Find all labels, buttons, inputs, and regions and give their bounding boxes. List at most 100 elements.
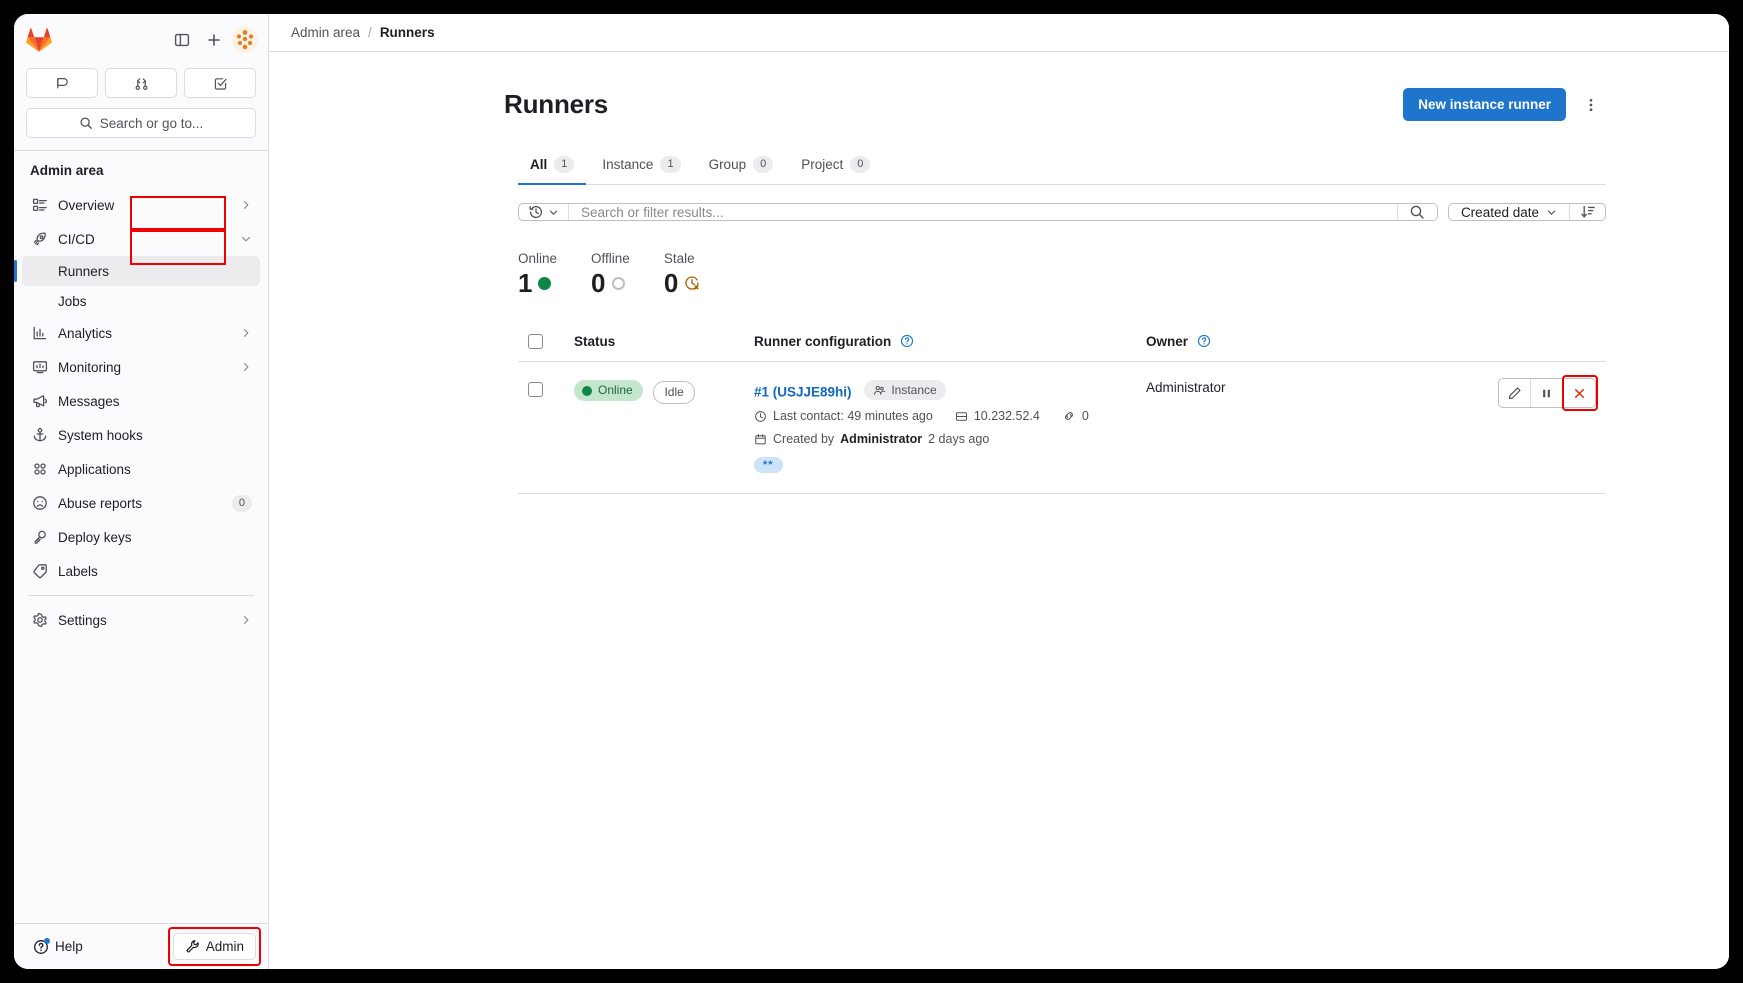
search-submit-button[interactable]	[1396, 204, 1437, 220]
link-icon	[1062, 409, 1076, 423]
table-row: Online Idle #1 (USJJE89hi) Instance Last…	[518, 362, 1606, 494]
sidebar-footer: Help Admin	[14, 923, 268, 969]
row-owner-cell: Administrator	[1146, 380, 1226, 395]
runner-status-summary: Online 1 Offline 0 Stale 0	[518, 251, 1606, 298]
sidebar-item-cicd[interactable]: CI/CD	[22, 222, 260, 256]
sidebar-item-analytics[interactable]: Analytics	[22, 316, 260, 350]
runner-tag-badge[interactable]: **	[754, 457, 783, 473]
sidebar-item-applications[interactable]: Applications	[22, 452, 260, 486]
row-checkbox[interactable]	[528, 382, 543, 397]
help-icon	[33, 937, 50, 955]
help-button[interactable]: Help	[26, 934, 90, 960]
todos-icon[interactable]	[184, 68, 256, 98]
sort-direction-button[interactable]	[1569, 204, 1605, 220]
edit-runner-button[interactable]	[1499, 379, 1531, 407]
search-or-filter-input[interactable]	[569, 204, 1397, 220]
recent-searches-button[interactable]	[519, 204, 569, 220]
sidebar-quick-actions	[14, 58, 268, 98]
sidebar-item-label: Overview	[58, 197, 115, 213]
issues-icon[interactable]	[26, 68, 98, 98]
breadcrumb-root[interactable]: Admin area	[291, 25, 360, 40]
sidebar-item-deploy-keys[interactable]: Deploy keys	[22, 520, 260, 554]
tab-instance[interactable]: Instance 1	[590, 147, 692, 185]
row-actions-cell	[1476, 375, 1598, 411]
runner-meta-line-2: Created by Administrator 2 days ago	[754, 432, 1146, 446]
select-all-checkbox[interactable]	[528, 334, 543, 349]
key-icon	[30, 529, 50, 545]
sidebar-item-system-hooks[interactable]: System hooks	[22, 418, 260, 452]
chevron-down-icon	[1546, 207, 1557, 218]
sort-by-label: Created date	[1460, 204, 1539, 220]
chevron-right-icon	[240, 199, 252, 211]
toggle-sidebar-icon[interactable]	[168, 26, 196, 54]
sidebar-top-bar	[14, 22, 268, 58]
megaphone-icon	[30, 393, 50, 409]
sidebar-item-label: CI/CD	[58, 231, 95, 247]
sidebar-nav: Admin area Overview CI/CD Runners Jobs A…	[14, 151, 268, 923]
runner-configuration-help-icon[interactable]	[900, 334, 914, 348]
sidebar-item-label: Monitoring	[58, 359, 122, 375]
sidebar-item-label: Abuse reports	[58, 495, 143, 511]
sidebar-section-divider	[28, 595, 254, 596]
created-suffix-text: 2 days ago	[928, 432, 990, 446]
analytics-icon	[30, 325, 50, 341]
pause-runner-button[interactable]	[1531, 379, 1563, 407]
calendar-icon	[754, 433, 767, 446]
sidebar-item-label: System hooks	[58, 427, 143, 443]
job-count-text: 0	[1081, 409, 1089, 423]
sidebar-item-label: Labels	[58, 563, 98, 579]
stat-offline: Offline 0	[591, 251, 630, 298]
select-all-cell	[528, 334, 574, 349]
owner-help-icon[interactable]	[1197, 334, 1211, 348]
row-config-cell: #1 (USJJE89hi) Instance Last contact: 49…	[754, 378, 1146, 473]
sidebar-item-runners[interactable]: Runners	[14, 256, 260, 286]
tab-project[interactable]: Project 0	[789, 147, 882, 185]
clock-icon	[754, 410, 767, 423]
column-header-config-label: Runner configuration	[754, 334, 892, 349]
rocket-icon	[30, 231, 50, 247]
more-actions-button[interactable]	[1576, 90, 1606, 120]
applications-icon	[30, 461, 50, 477]
runner-scope-label: Instance	[891, 383, 937, 397]
breadcrumb-current[interactable]: Runners	[380, 25, 435, 40]
job-status-badge: Idle	[653, 380, 695, 404]
label-icon	[30, 563, 50, 579]
stat-label: Stale	[663, 251, 695, 266]
created-by-item: Created by Administrator 2 days ago	[754, 432, 989, 446]
sort-by-dropdown[interactable]: Created date	[1449, 204, 1569, 220]
sidebar-item-label: Messages	[58, 393, 120, 409]
sidebar-item-messages[interactable]: Messages	[22, 384, 260, 418]
sidebar-item-abuse-reports[interactable]: Abuse reports 0	[22, 486, 260, 520]
sidebar-item-monitoring[interactable]: Monitoring	[22, 350, 260, 384]
table-header-row: Status Runner configuration Owner	[518, 322, 1606, 362]
tab-label: Instance	[602, 157, 654, 172]
chevron-down-icon	[548, 207, 559, 218]
delete-runner-button[interactable]	[1563, 379, 1595, 407]
created-by-user: Administrator	[840, 432, 923, 446]
sidebar-item-labels[interactable]: Labels	[22, 554, 260, 588]
tab-all[interactable]: All 1	[518, 147, 587, 185]
sort-descending-icon	[1580, 204, 1596, 220]
sidebar-item-settings[interactable]: Settings	[22, 603, 260, 637]
merge-requests-icon[interactable]	[105, 68, 177, 98]
search-filter-box	[518, 203, 1438, 221]
chevron-right-icon	[240, 614, 252, 626]
user-avatar[interactable]	[232, 27, 258, 53]
search-input[interactable]: Search or go to...	[26, 108, 256, 138]
column-header-owner: Owner	[1146, 334, 1476, 349]
sidebar-item-overview[interactable]: Overview	[22, 188, 260, 222]
sidebar-item-jobs[interactable]: Jobs	[22, 286, 260, 316]
admin-button[interactable]: Admin	[172, 933, 256, 960]
online-status-icon	[538, 276, 552, 290]
tab-group[interactable]: Group 0	[697, 147, 786, 185]
gitlab-logo[interactable]	[26, 27, 52, 53]
gear-icon	[30, 612, 50, 628]
stat-value-wrap: 0	[591, 268, 630, 298]
sidebar-item-label: Applications	[58, 461, 131, 477]
search-placeholder-text: Search or go to...	[99, 115, 204, 131]
runner-link[interactable]: #1 (USJJE89hi)	[754, 385, 852, 400]
sort-controls: Created date	[1447, 203, 1606, 221]
column-header-owner-label: Owner	[1146, 334, 1189, 349]
new-instance-runner-button[interactable]: New instance runner	[1403, 88, 1566, 121]
new-item-icon[interactable]	[200, 26, 228, 54]
